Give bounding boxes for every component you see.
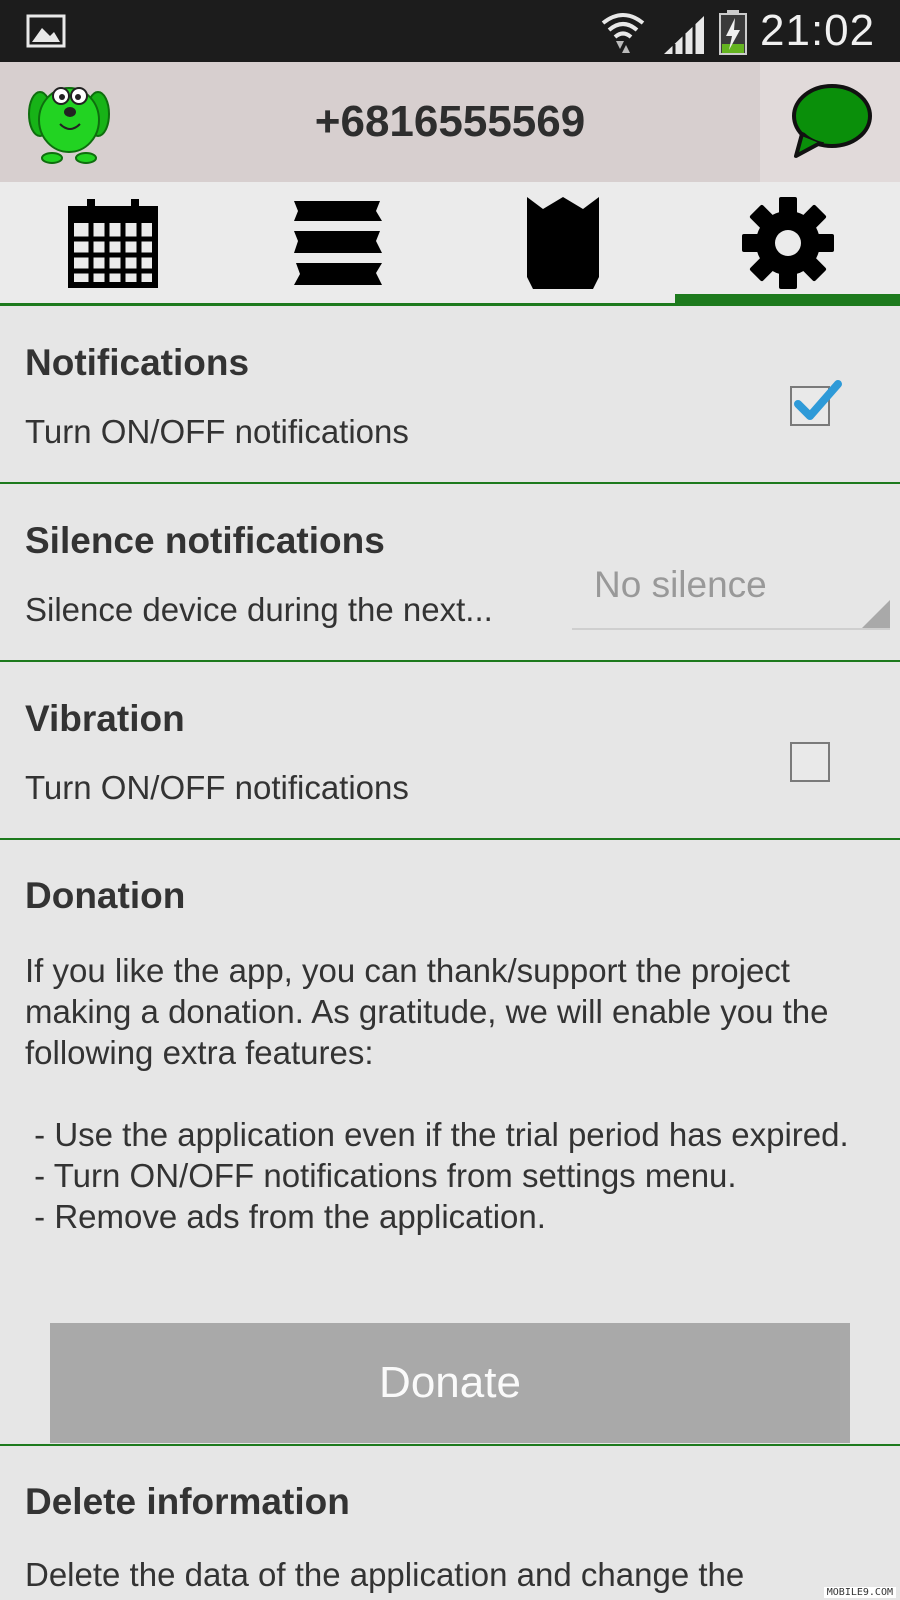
signal-icon	[662, 14, 706, 61]
silence-duration-select[interactable]: No silence	[572, 552, 890, 630]
notifications-checkbox[interactable]	[790, 380, 842, 426]
notifications-setting[interactable]: Notifications Turn ON/OFF notifications	[0, 306, 900, 484]
crown-icon	[526, 196, 599, 289]
donation-title: Donation	[25, 875, 186, 916]
tab-calendar[interactable]	[0, 182, 225, 303]
clock: 21:02	[760, 6, 876, 55]
calendar-icon	[67, 198, 158, 288]
donate-button[interactable]: Donate	[50, 1323, 850, 1443]
silence-title: Silence notifications	[25, 520, 385, 561]
delete-information-description: Delete the data of the application and c…	[25, 1556, 745, 1593]
tab-settings[interactable]	[675, 182, 900, 306]
vibration-checkbox[interactable]	[790, 742, 830, 782]
delete-information-section[interactable]: Delete information Delete the data of th…	[0, 1446, 900, 1600]
vibration-subtitle: Turn ON/OFF notifications	[25, 769, 409, 806]
list-icon	[293, 200, 382, 285]
battery-charging-icon	[718, 10, 748, 61]
silence-subtitle: Silence device during the next...	[25, 591, 493, 628]
gallery-icon	[26, 14, 66, 53]
tab-list[interactable]	[225, 182, 450, 303]
chat-bubble-icon	[792, 84, 872, 158]
tab-bar	[0, 182, 900, 306]
watermark: MOBILE9.COM	[823, 1587, 896, 1598]
donation-section: Donation If you like the app, you can th…	[0, 840, 900, 1446]
status-bar: 21:02	[0, 0, 900, 62]
contact-phone-number: +6816555569	[314, 97, 586, 146]
silence-setting: Silence notifications Silence device dur…	[0, 484, 900, 662]
silence-selected-value: No silence	[594, 564, 767, 605]
wifi-icon	[600, 9, 646, 60]
green-dog-icon[interactable]	[24, 80, 114, 169]
tab-crown[interactable]	[450, 182, 675, 303]
vibration-setting[interactable]: Vibration Turn ON/OFF notifications	[0, 662, 900, 840]
vibration-title: Vibration	[25, 698, 185, 739]
donation-description: If you like the app, you can thank/suppo…	[25, 952, 849, 1235]
checkmark-icon	[794, 380, 842, 420]
delete-information-title: Delete information	[25, 1481, 350, 1522]
app-header: +6816555569	[0, 62, 900, 182]
gear-icon	[741, 196, 834, 289]
notifications-subtitle: Turn ON/OFF notifications	[25, 413, 409, 450]
notifications-title: Notifications	[25, 342, 250, 383]
chat-button[interactable]	[760, 62, 900, 182]
dropdown-arrow-icon	[862, 600, 890, 628]
